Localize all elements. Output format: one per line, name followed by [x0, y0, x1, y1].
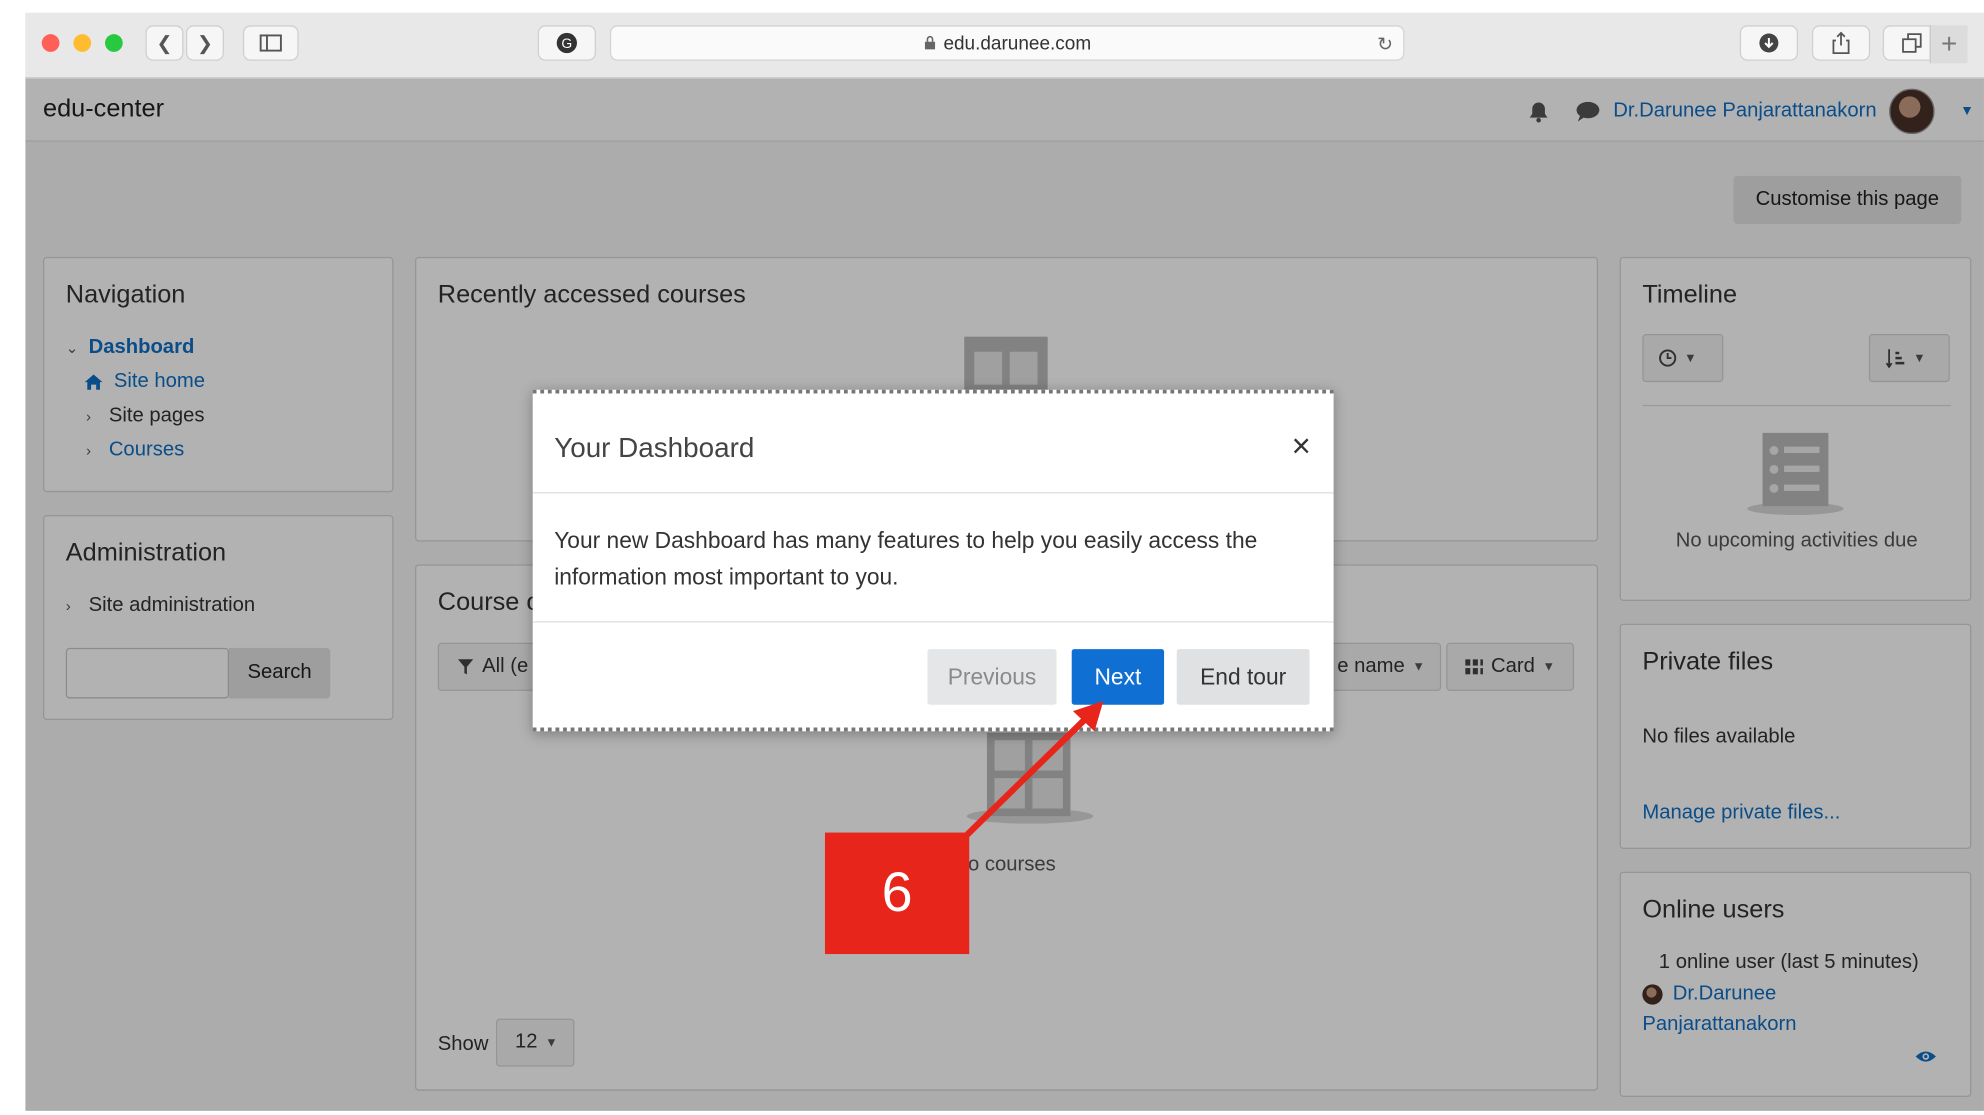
annotation-arrow	[961, 700, 1104, 840]
step-number-badge: 6	[824, 832, 970, 955]
